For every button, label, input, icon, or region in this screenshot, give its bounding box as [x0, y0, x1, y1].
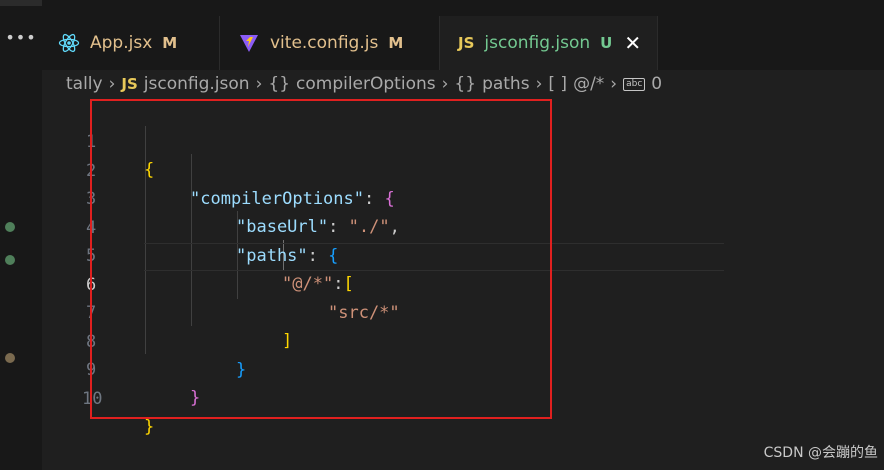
code-line: 10 }: [42, 357, 154, 437]
watermark: CSDN @会蹦的鱼: [763, 445, 878, 461]
annotation-highlight-box: [90, 99, 552, 419]
brace: }: [144, 417, 155, 437]
breadcrumb-paths[interactable]: paths: [482, 74, 530, 94]
string-icon: abc: [623, 77, 646, 91]
tab-strip-top: [42, 0, 884, 16]
chevron-right-icon: ›: [255, 74, 263, 94]
breadcrumb-index[interactable]: 0: [651, 74, 662, 94]
code-line: 3 "baseUrl": "./",: [42, 157, 400, 237]
vite-icon: [240, 35, 258, 52]
modified-badge: M: [162, 34, 178, 52]
tab-label: jsconfig.json: [484, 33, 591, 53]
tab-vite-config[interactable]: vite.config.js M: [220, 16, 440, 70]
tab-app-jsx[interactable]: App.jsx M: [42, 16, 220, 70]
breadcrumb-file[interactable]: jsconfig.json: [144, 74, 250, 94]
object-icon: {}: [268, 74, 291, 94]
json-js-icon: JS: [458, 34, 475, 52]
chevron-right-icon: ›: [610, 74, 618, 94]
breadcrumb-root[interactable]: tally: [66, 74, 103, 94]
code-line: 2 "compilerOptions": {: [42, 129, 395, 209]
chevron-right-icon: ›: [535, 74, 543, 94]
array-icon: [ ]: [548, 74, 568, 94]
untracked-badge: U: [600, 34, 613, 52]
tab-label: App.jsx: [90, 33, 153, 53]
object-icon: {}: [454, 74, 477, 94]
tab-label: vite.config.js: [270, 33, 379, 53]
code-line: 4 "paths": {: [42, 186, 338, 266]
gutter-change-dot: [5, 255, 15, 265]
editor-tab-bar: App.jsx M vite.config.js M JS jsconfig.j…: [42, 0, 884, 70]
react-icon: [58, 33, 80, 53]
more-actions-icon[interactable]: •••: [0, 28, 42, 47]
gutter-change-dot: [5, 353, 15, 363]
chevron-right-icon: ›: [108, 74, 116, 94]
chevron-right-icon: ›: [441, 74, 449, 94]
modified-badge: M: [388, 34, 404, 52]
tab-jsconfig-json[interactable]: JS jsconfig.json U ✕: [440, 16, 658, 70]
breadcrumb-alias[interactable]: @/*: [573, 74, 604, 94]
activity-bar: •••: [0, 0, 42, 470]
gutter-change-dot: [5, 222, 15, 232]
code-line: 7 ]: [42, 271, 292, 351]
breadcrumb: tally › JS jsconfig.json › {} compilerOp…: [42, 70, 884, 98]
activity-top-edge: [0, 0, 42, 6]
close-icon[interactable]: ✕: [624, 31, 641, 55]
js-file-icon: JS: [121, 75, 138, 93]
code-line: 5 "@/*":[: [42, 214, 354, 294]
breadcrumb-compiler-options[interactable]: compilerOptions: [296, 74, 436, 94]
code-line: 6 "src/*": [42, 243, 400, 323]
code-line: 1 {: [42, 100, 154, 180]
code-line: 8 }: [42, 300, 246, 380]
code-line: 9 }: [42, 328, 200, 408]
